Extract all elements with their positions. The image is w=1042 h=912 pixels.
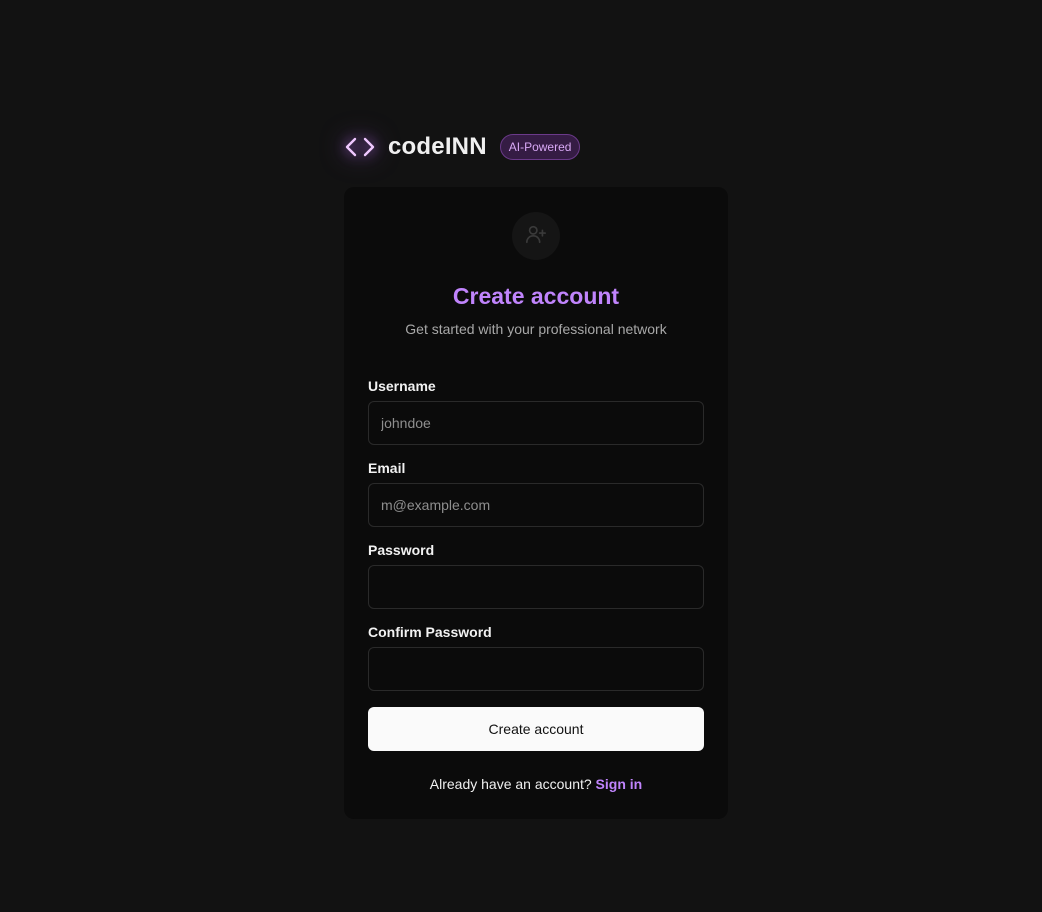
card-title: Create account [452,283,620,309]
email-label: Email [368,460,406,476]
confirm-password-label: Confirm Password [368,624,492,640]
signin-prompt: Already have an account? Sign in [344,776,728,792]
ai-powered-badge: AI-Powered [499,134,581,160]
card-subtitle: Get started with your professional netwo… [405,321,667,337]
user-plus-icon [525,223,547,250]
signup-page: codeINN AI-Powered Create account Get st… [0,0,1042,912]
password-input[interactable] [368,565,704,609]
brand-name: codeINN [388,133,487,160]
create-account-button[interactable]: Create account [368,707,704,751]
brand-header: codeINN AI-Powered [344,130,581,164]
avatar-circle [512,212,560,260]
password-label: Password [368,542,435,558]
code-brackets-icon [344,131,376,163]
signin-prompt-text: Already have an account? [429,776,592,792]
signup-card: Create account Get started with your pro… [344,187,728,819]
sign-in-link[interactable]: Sign in [596,776,643,792]
email-input[interactable] [368,483,704,527]
username-label: Username [368,378,436,394]
username-input[interactable] [368,401,704,445]
confirm-password-input[interactable] [368,647,704,691]
